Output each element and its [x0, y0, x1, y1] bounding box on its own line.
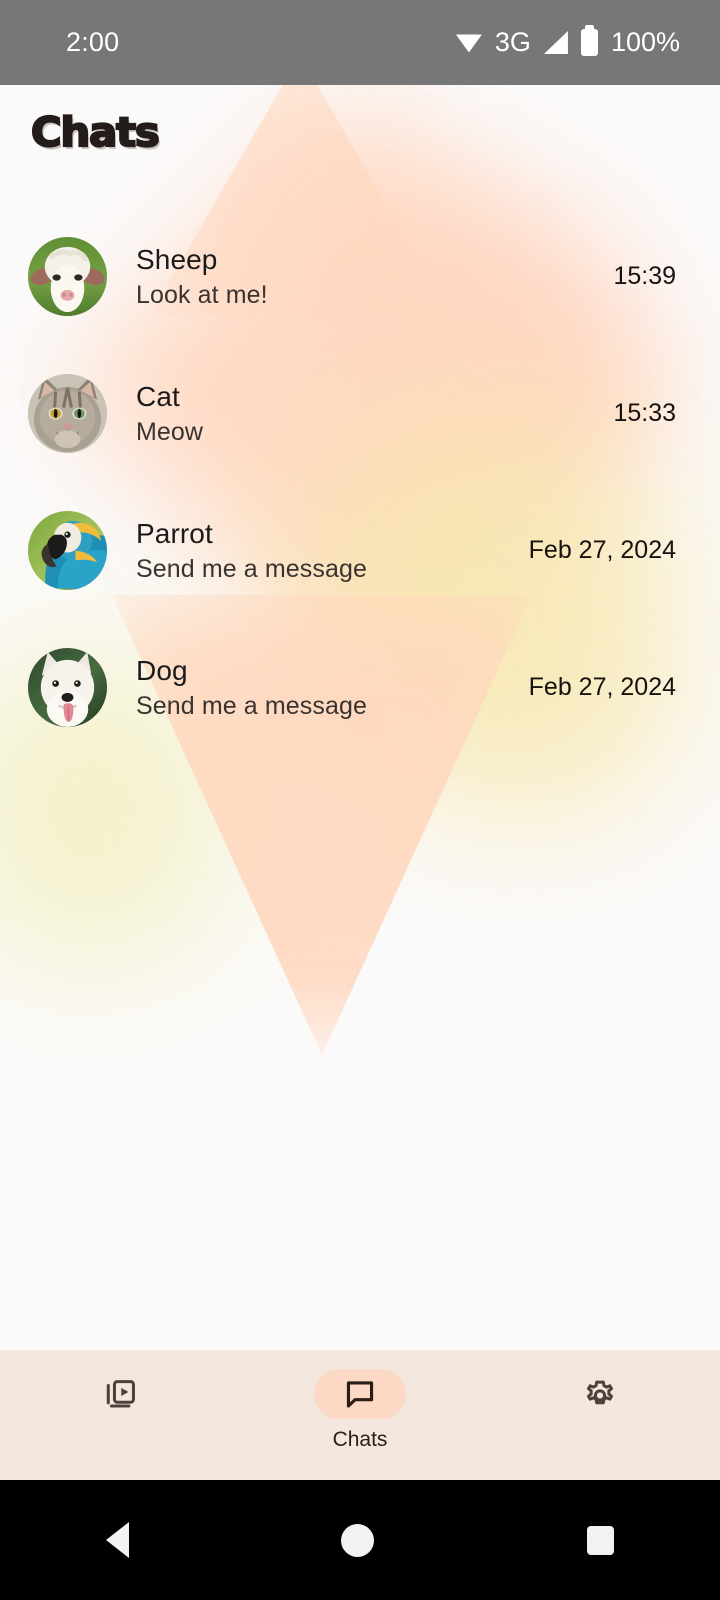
chat-contact-name: Parrot — [136, 517, 213, 549]
signal-icon — [543, 31, 568, 54]
back-button-icon[interactable] — [106, 1522, 130, 1558]
home-button-icon[interactable] — [341, 1523, 375, 1557]
page-title: Chats — [30, 109, 161, 157]
chat-timestamp: Feb 27, 2024 — [528, 536, 676, 564]
sheep-avatar — [28, 237, 107, 316]
chat-list-item-dog[interactable]: Dog Send me a message Feb 27, 2024 — [0, 619, 720, 756]
nav-label-chats: Chats — [332, 1428, 388, 1451]
nav-item-media[interactable] — [0, 1350, 240, 1480]
chat-last-message: Look at me! — [136, 280, 268, 309]
network-type-label: 3G — [494, 27, 531, 57]
parrot-avatar — [28, 511, 107, 590]
chat-contact-name: Dog — [136, 654, 188, 686]
cat-avatar — [28, 374, 107, 453]
status-bar-clock: 2:00 — [66, 27, 120, 57]
battery-icon — [580, 25, 598, 56]
nav-item-settings[interactable] — [480, 1350, 720, 1480]
chat-item-text: Dog Send me a message — [136, 654, 515, 720]
chat-last-message: Send me a message — [136, 691, 367, 720]
chat-contact-name: Cat — [136, 380, 180, 412]
chat-last-message: Send me a message — [136, 554, 367, 583]
chat-list-item-cat[interactable]: Cat Meow 15:33 — [0, 345, 720, 482]
status-bar: 2:00 3G 100% — [0, 0, 720, 85]
wifi-icon — [455, 34, 482, 53]
nav-pill-chats — [314, 1369, 406, 1419]
chat-last-message: Meow — [136, 417, 204, 446]
recents-button-icon[interactable] — [586, 1525, 614, 1555]
chat-item-text: Parrot Send me a message — [136, 517, 515, 583]
nav-pill-settings — [554, 1369, 646, 1419]
chat-list-item-parrot[interactable]: Parrot Send me a message Feb 27, 2024 — [0, 482, 720, 619]
nav-pill-media — [74, 1369, 166, 1419]
chat-item-text: Sheep Look at me! — [136, 243, 599, 309]
background-fade — [0, 985, 720, 1350]
chat-timestamp: 15:33 — [613, 399, 676, 427]
chat-timestamp: Feb 27, 2024 — [528, 673, 676, 701]
gear-icon — [587, 1380, 613, 1405]
chat-item-text: Cat Meow — [136, 380, 599, 446]
nav-item-chats[interactable]: Chats — [240, 1350, 480, 1480]
media-library-icon — [106, 1380, 135, 1408]
chat-list: Sheep Look at me! 15:39 Cat Meow 15:33 P… — [0, 208, 720, 756]
status-bar-indicators: 3G 100% — [455, 25, 680, 58]
chat-bubble-icon — [346, 1381, 374, 1408]
dog-avatar — [28, 648, 107, 727]
battery-percent-label: 100% — [610, 27, 680, 57]
chat-list-item-sheep[interactable]: Sheep Look at me! 15:39 — [0, 208, 720, 345]
phone-screen: 2:00 3G 100% Chats Sheep Look at me! 15:… — [0, 0, 720, 1600]
chat-contact-name: Sheep — [136, 243, 218, 275]
bottom-navigation-bar: Chats — [0, 1350, 720, 1480]
chat-timestamp: 15:39 — [613, 262, 676, 290]
android-system-nav — [0, 1480, 720, 1600]
